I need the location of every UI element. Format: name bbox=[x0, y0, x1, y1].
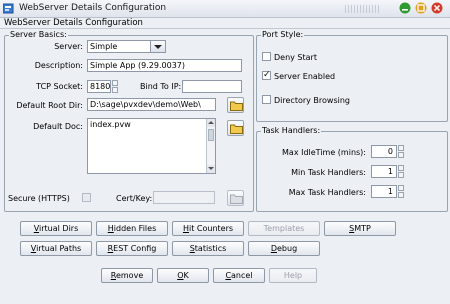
scroll-up-icon[interactable] bbox=[207, 119, 215, 127]
statistics-button[interactable]: Statistics bbox=[172, 241, 244, 256]
root-dir-browse-button[interactable] bbox=[227, 97, 244, 113]
max-idle-value[interactable]: 0 bbox=[371, 145, 397, 158]
rest-config-button[interactable]: REST Config bbox=[96, 241, 168, 256]
default-doc-label: Default Doc: bbox=[33, 122, 83, 131]
spinner-up-icon[interactable] bbox=[398, 165, 404, 171]
description-label: Description: bbox=[34, 61, 83, 70]
folder-icon bbox=[230, 101, 243, 111]
virtual-paths-button[interactable]: Virtual Paths bbox=[20, 241, 92, 256]
server-select-value: Simple bbox=[90, 42, 118, 51]
hidden-files-button[interactable]: Hidden Files bbox=[96, 221, 168, 236]
description-input[interactable]: Simple App (9.29.0037) bbox=[87, 59, 242, 72]
cert-key-browse-button[interactable] bbox=[227, 190, 244, 206]
default-doc-browse-button[interactable] bbox=[227, 120, 244, 136]
default-doc-scrollbar[interactable] bbox=[206, 119, 215, 173]
min-task-label: Min Task Handlers: bbox=[291, 168, 366, 177]
ok-button[interactable]: OK bbox=[157, 268, 209, 283]
max-task-label: Max Task Handlers: bbox=[288, 188, 366, 197]
spinner-down-icon[interactable] bbox=[398, 172, 404, 178]
server-basics-title: Server Basics: bbox=[9, 30, 68, 39]
hit-counters-button[interactable]: Hit Counters bbox=[172, 221, 244, 236]
window-title: WebServer Details Configuration bbox=[19, 3, 167, 13]
close-button[interactable] bbox=[431, 2, 443, 14]
description-value: Simple App (9.29.0037) bbox=[90, 61, 185, 70]
app-icon bbox=[3, 3, 14, 14]
directory-browsing-checkbox[interactable] bbox=[262, 95, 271, 104]
folder-icon bbox=[230, 124, 243, 134]
tcp-socket-spinner[interactable] bbox=[112, 80, 118, 93]
server-label: Server: bbox=[54, 42, 83, 51]
title-grip bbox=[345, 5, 381, 13]
tcp-socket-input[interactable]: 8180 bbox=[87, 80, 111, 93]
remove-button[interactable]: Remove bbox=[101, 268, 153, 283]
templates-button[interactable]: Templates bbox=[248, 221, 320, 236]
scroll-thumb[interactable] bbox=[208, 129, 214, 141]
help-button[interactable]: Help bbox=[269, 268, 317, 283]
title-bar: WebServer Details Configuration bbox=[0, 0, 450, 18]
spinner-down-icon[interactable] bbox=[398, 192, 404, 198]
minimize-button[interactable] bbox=[399, 2, 411, 14]
cert-key-label: Cert/Key: bbox=[116, 194, 153, 203]
spinner-down-icon[interactable] bbox=[112, 87, 118, 93]
tcp-socket-value: 8180 bbox=[90, 82, 111, 91]
task-handlers-title: Task Handlers: bbox=[261, 126, 322, 135]
cert-key-input[interactable] bbox=[153, 191, 215, 204]
secure-https-label: Secure (HTTPS) bbox=[8, 194, 70, 203]
debug-button[interactable]: Debug bbox=[248, 241, 320, 256]
deny-start-label: Deny Start bbox=[274, 53, 317, 62]
dialog-subtitle: WebServer Details Configuration bbox=[4, 18, 143, 28]
virtual-dirs-button[interactable]: Virtual Dirs bbox=[20, 221, 92, 236]
deny-start-checkbox[interactable] bbox=[262, 52, 271, 61]
max-idle-label: Max IdleTime (mins): bbox=[282, 148, 366, 157]
header-divider bbox=[0, 28, 450, 29]
spinner-down-icon[interactable] bbox=[398, 152, 404, 158]
maximize-button[interactable] bbox=[415, 2, 427, 14]
bind-to-ip-label: Bind To IP: bbox=[140, 82, 182, 91]
default-root-dir-value: D:\sage\pvxdev\demo\Web\ bbox=[90, 100, 201, 109]
spinner-up-icon[interactable] bbox=[112, 80, 118, 86]
server-enabled-checkbox[interactable] bbox=[262, 69, 271, 81]
scroll-down-icon[interactable] bbox=[207, 165, 215, 173]
default-doc-textarea[interactable]: index.pvw bbox=[87, 118, 216, 174]
directory-browsing-label: Directory Browsing bbox=[274, 96, 350, 105]
folder-icon bbox=[230, 194, 243, 204]
cancel-button[interactable]: Cancel bbox=[213, 268, 265, 283]
chevron-down-icon[interactable] bbox=[150, 41, 165, 52]
spinner-up-icon[interactable] bbox=[398, 185, 404, 191]
max-task-value[interactable]: 1 bbox=[371, 185, 397, 198]
default-root-dir-label: Default Root Dir: bbox=[16, 101, 83, 110]
spinner-up-icon[interactable] bbox=[398, 145, 404, 151]
server-enabled-label: Server Enabled bbox=[274, 72, 336, 81]
smtp-button[interactable]: SMTP bbox=[324, 221, 396, 236]
min-task-value[interactable]: 1 bbox=[371, 165, 397, 178]
port-style-title: Port Style: bbox=[261, 30, 305, 39]
server-select[interactable]: Simple bbox=[87, 40, 166, 53]
tcp-socket-label: TCP Socket: bbox=[36, 82, 83, 91]
bind-to-ip-input[interactable] bbox=[182, 80, 242, 93]
default-doc-value: index.pvw bbox=[90, 120, 131, 129]
default-root-dir-input[interactable]: D:\sage\pvxdev\demo\Web\ bbox=[87, 98, 216, 111]
secure-https-checkbox[interactable] bbox=[82, 193, 91, 202]
